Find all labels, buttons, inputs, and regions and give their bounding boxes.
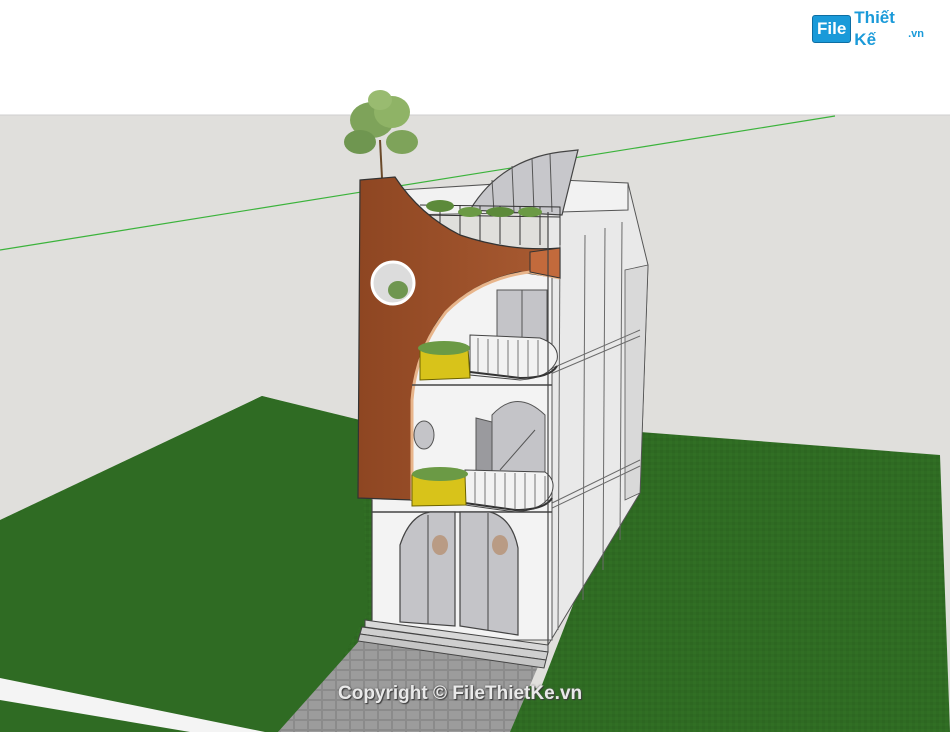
logo-box: File bbox=[812, 15, 852, 43]
upper-balcony bbox=[469, 334, 558, 381]
copyright-watermark: Copyright © FileThietKe.vn bbox=[338, 683, 583, 704]
middle-arched-door bbox=[491, 401, 546, 476]
round-window-plant bbox=[388, 281, 408, 299]
filethietke-logo: File Thiết Kế .vn bbox=[812, 8, 924, 49]
sky bbox=[0, 0, 950, 115]
lower-planter bbox=[411, 467, 468, 507]
lower-balcony bbox=[464, 469, 554, 513]
3d-model-scene[interactable] bbox=[0, 0, 950, 732]
logo-text: Thiết Kế bbox=[854, 8, 895, 49]
small-oval-window bbox=[413, 420, 435, 450]
sketchup-viewport[interactable]: File Thiết Kế .vn Copyright © FileThietK… bbox=[0, 0, 950, 732]
upper-planter bbox=[418, 341, 471, 381]
logo-suffix: .vn bbox=[908, 28, 924, 40]
middle-door-leaf bbox=[475, 417, 493, 479]
